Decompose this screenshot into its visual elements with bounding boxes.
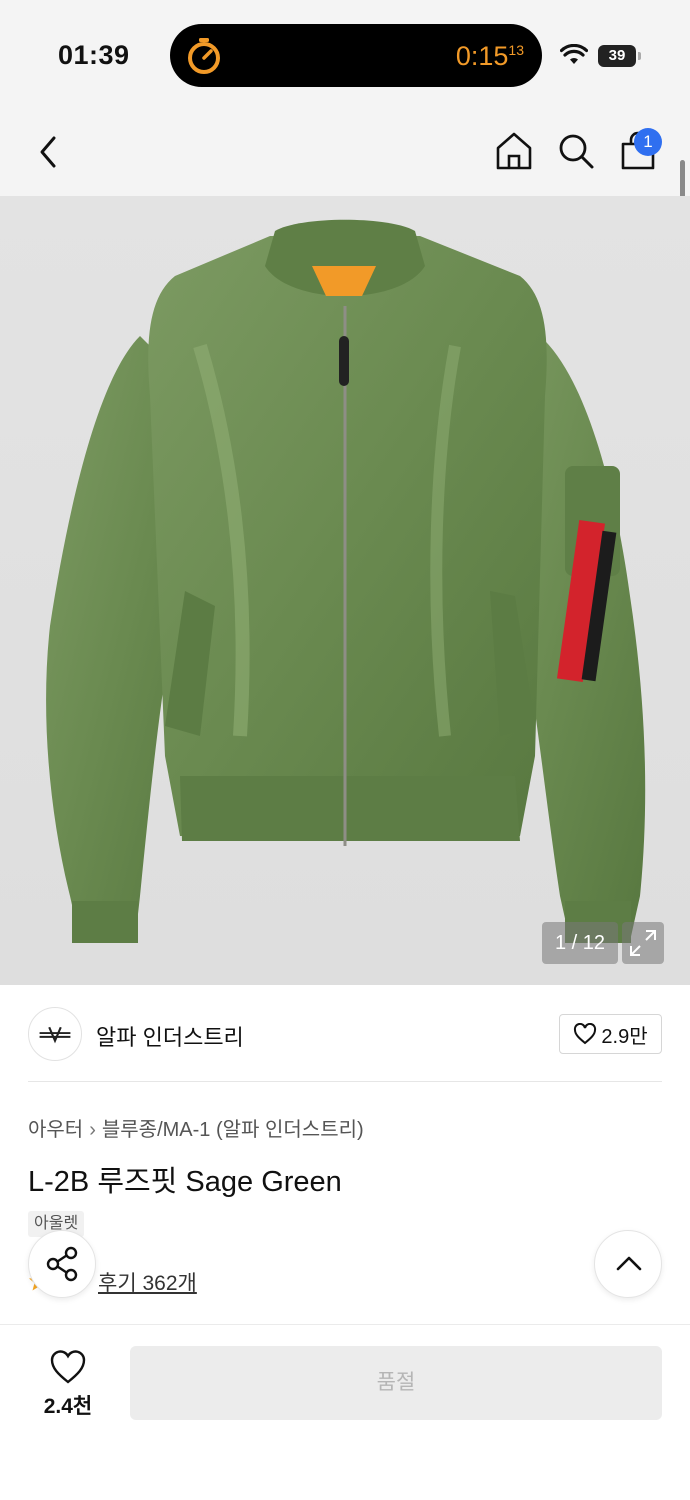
review-link[interactable]: 후기 362개 bbox=[98, 1267, 197, 1297]
wishlist-button[interactable]: 2.4천 bbox=[28, 1346, 108, 1422]
back-button[interactable] bbox=[32, 132, 66, 172]
image-counter: 1 / 12 bbox=[542, 922, 618, 964]
product-title: L-2B 루즈핏 Sage Green bbox=[28, 1166, 342, 1198]
breadcrumb: 아우터 › 블루종/MA-1 (알파 인더스트리) bbox=[28, 1113, 364, 1142]
status-time: 01:39 bbox=[58, 40, 130, 70]
share-icon bbox=[46, 1246, 78, 1282]
heart-icon bbox=[50, 1350, 86, 1384]
timer-sub: 13 bbox=[508, 42, 524, 58]
heart-icon bbox=[574, 1023, 597, 1045]
scroll-top-button[interactable] bbox=[594, 1230, 662, 1298]
sold-out-button[interactable]: 품절 bbox=[130, 1346, 662, 1420]
cart-badge: 1 bbox=[634, 128, 662, 156]
wishlist-count: 2.4천 bbox=[43, 1395, 93, 1418]
search-icon[interactable] bbox=[556, 130, 596, 172]
timer-main: 0:15 bbox=[455, 41, 509, 71]
breadcrumb-item-category[interactable]: 아우터 bbox=[28, 1119, 83, 1141]
jacket-image bbox=[46, 219, 646, 943]
stopwatch-icon bbox=[188, 38, 220, 74]
dynamic-island[interactable]: 0:1513 bbox=[170, 24, 542, 87]
chevron-up-icon bbox=[616, 1256, 642, 1271]
brand-like-count: 2.9만 bbox=[601, 1025, 648, 1048]
bottom-bar-divider bbox=[0, 1324, 690, 1325]
brand-row[interactable]: 알파 인더스트리 2.9만 bbox=[0, 985, 690, 1083]
battery-icon: 39 bbox=[598, 45, 642, 67]
brand-logo[interactable] bbox=[28, 1007, 82, 1061]
timer-readout: 0:1513 bbox=[456, 41, 524, 72]
nav-bar bbox=[0, 110, 690, 196]
divider bbox=[28, 1081, 662, 1082]
brand-name[interactable]: 알파 인더스트리 bbox=[96, 1020, 244, 1052]
home-icon[interactable] bbox=[494, 130, 534, 172]
status-bar: 01:39 0:1513 39 bbox=[0, 0, 690, 110]
expand-icon[interactable] bbox=[622, 922, 664, 964]
battery-level: 39 bbox=[608, 47, 626, 64]
wifi-icon bbox=[560, 44, 588, 64]
chevron-right-icon: › bbox=[89, 1119, 96, 1141]
product-image-carousel[interactable]: 1 / 12 bbox=[0, 196, 690, 985]
brand-like-button[interactable]: 2.9만 bbox=[559, 1014, 662, 1054]
breadcrumb-item-subcategory[interactable]: 블루종/MA-1 (알파 인더스트리) bbox=[102, 1119, 364, 1141]
share-button[interactable] bbox=[28, 1230, 96, 1298]
